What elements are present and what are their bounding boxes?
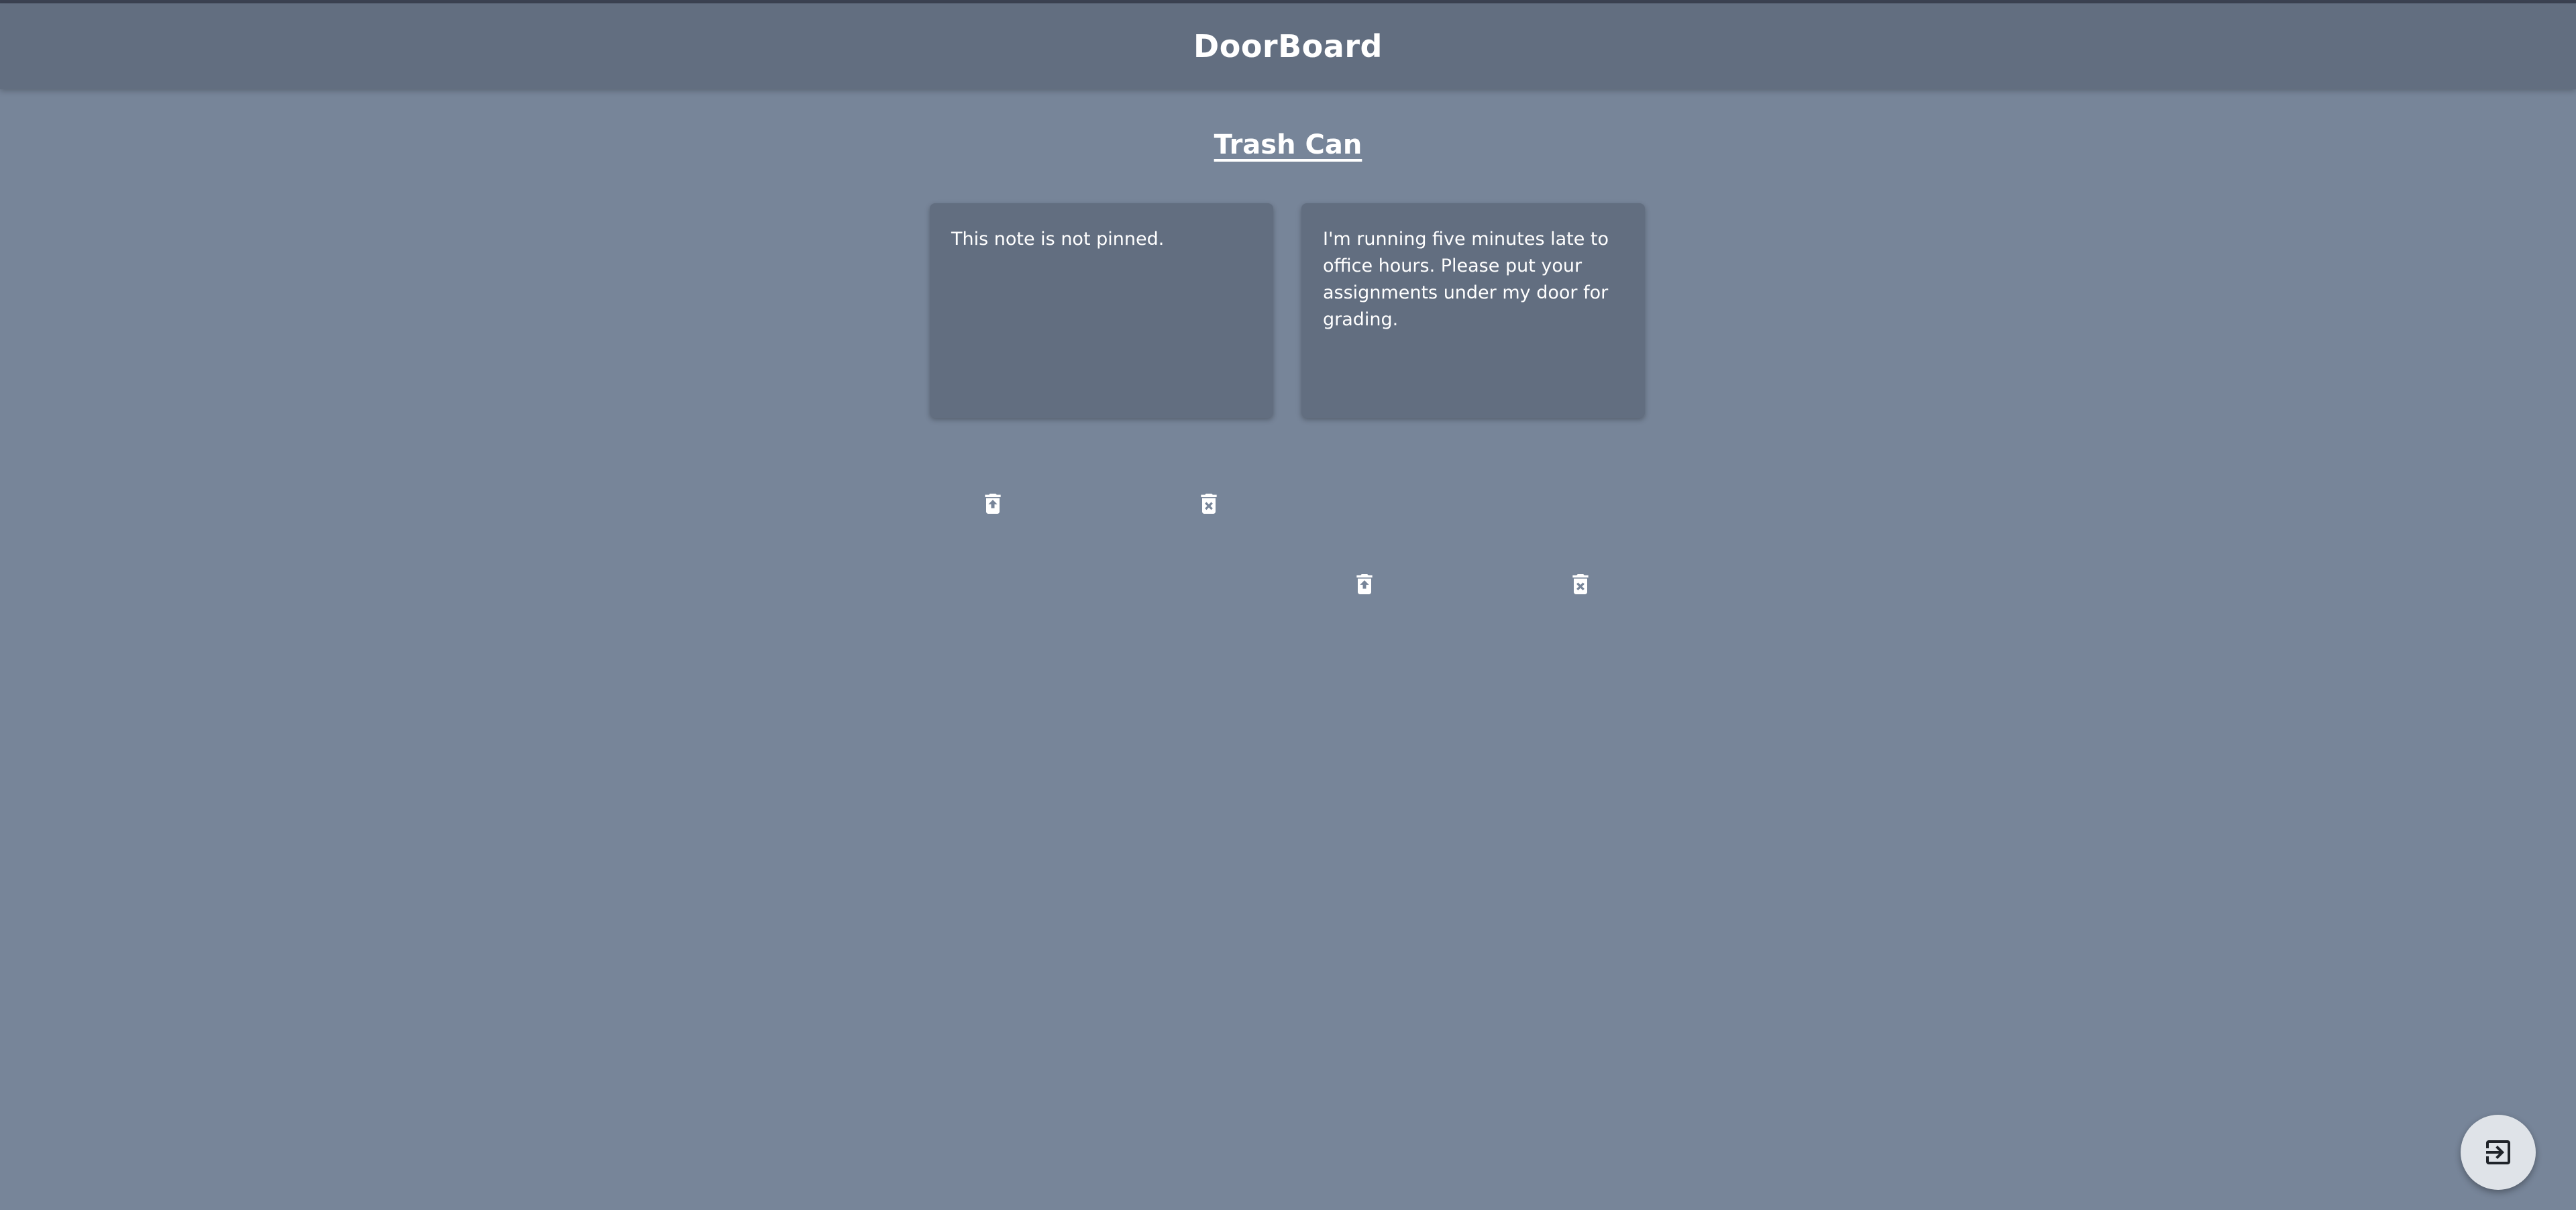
top-app-bar: DoorBoard	[0, 3, 2576, 89]
note-actions	[1301, 564, 1645, 604]
restore-from-trash-icon	[1356, 574, 1373, 594]
app-title: DoorBoard	[1193, 28, 1383, 64]
note-text: This note is not pinned.	[951, 229, 1165, 250]
delete-note-forever-button[interactable]	[1189, 484, 1229, 524]
note-card: This note is not pinned.	[930, 203, 1273, 514]
restore-note-button[interactable]	[973, 484, 1013, 524]
restore-from-trash-icon	[985, 494, 1001, 514]
delete-note-forever-button[interactable]	[1560, 564, 1601, 604]
note-actions	[930, 484, 1273, 524]
note-card: I'm running five minutes late to office …	[1301, 203, 1645, 594]
notes-grid: This note is not pinned. I'm running fiv…	[930, 203, 1645, 594]
delete-forever-icon	[1201, 494, 1217, 514]
exit-fab-button[interactable]	[2461, 1115, 2536, 1190]
exit-icon	[2486, 1140, 2510, 1164]
note-text: I'm running five minutes late to office …	[1323, 229, 1609, 330]
app-window: DoorBoard Trash Can This note is not pin…	[0, 0, 2576, 1210]
delete-forever-icon	[1572, 574, 1589, 594]
trash-can-title-link[interactable]: Trash Can	[0, 129, 2576, 160]
restore-note-button[interactable]	[1344, 564, 1385, 604]
